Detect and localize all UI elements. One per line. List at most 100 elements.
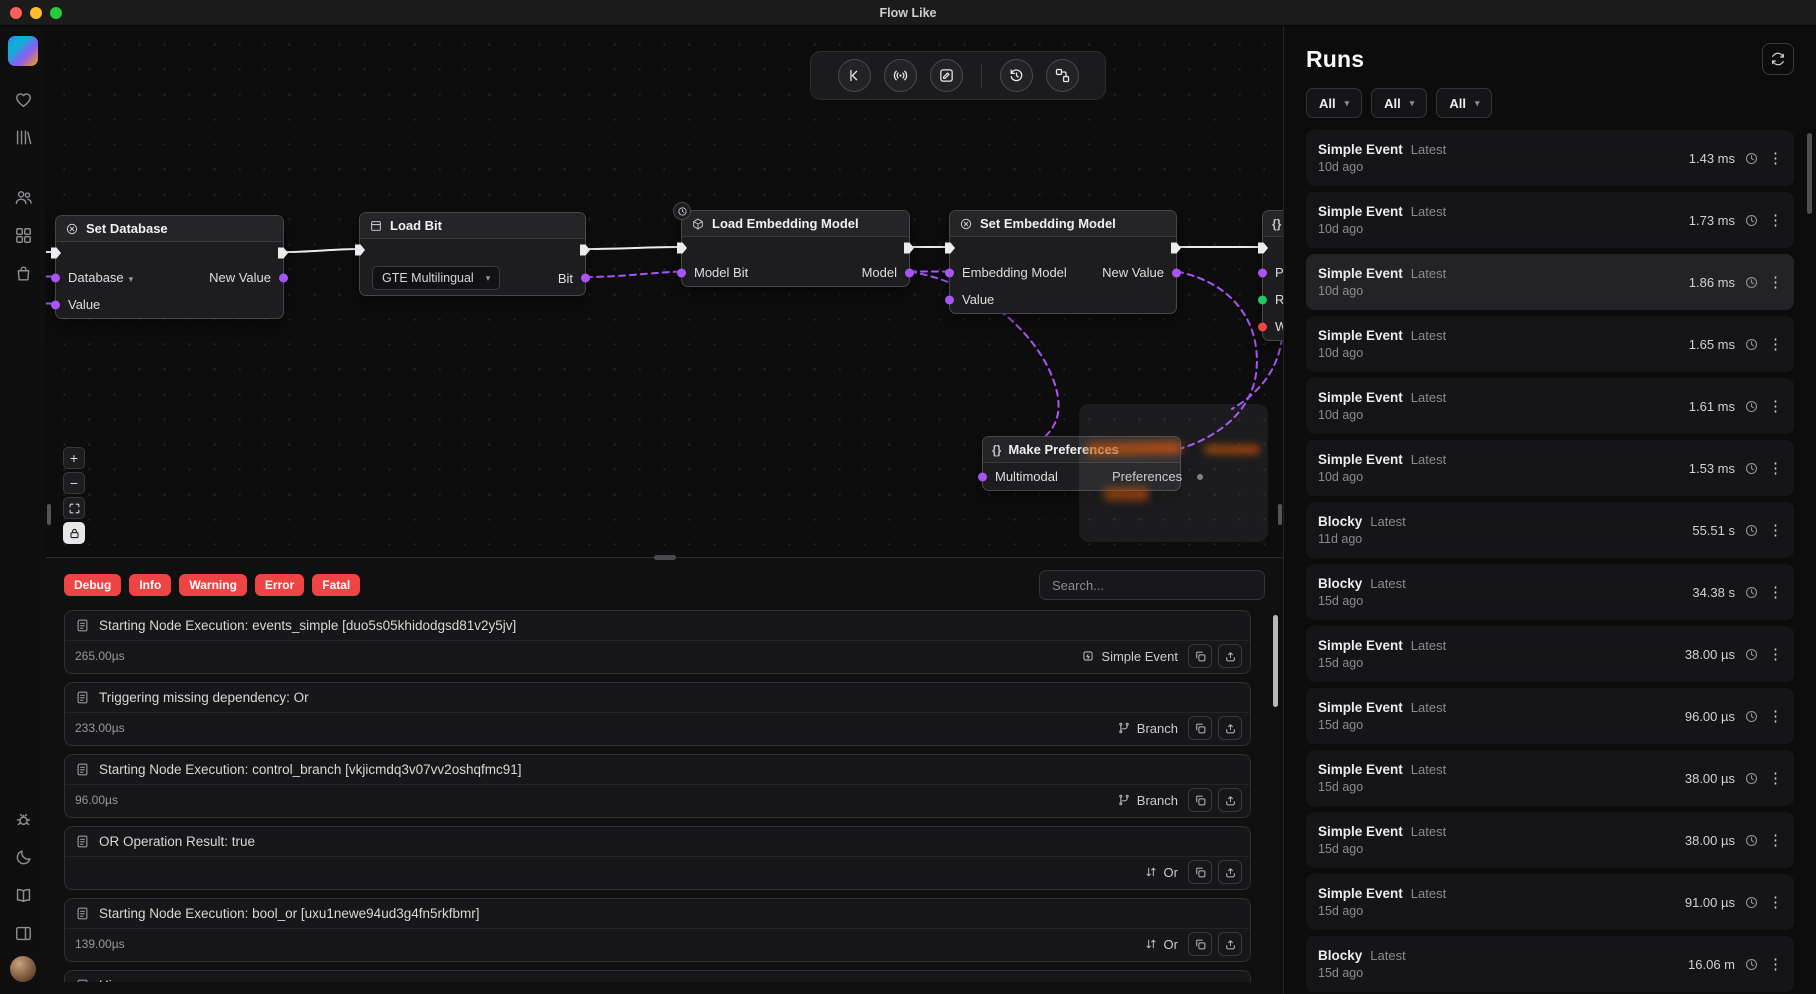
run-item[interactable]: Simple Event Latest 10d ago 1.43 ms ⋮: [1306, 130, 1794, 186]
broadcast-button[interactable]: [884, 59, 917, 92]
run-item[interactable]: Simple Event Latest 10d ago 1.86 ms ⋮: [1306, 254, 1794, 310]
exec-out-pin[interactable]: [1171, 243, 1181, 254]
run-menu-button[interactable]: ⋮: [1768, 521, 1782, 539]
panel-resize-handle-right[interactable]: [1278, 504, 1282, 525]
node-header[interactable]: Load Embedding Model: [682, 211, 909, 237]
database-dropdown[interactable]: Database▾: [68, 270, 133, 285]
value-input-pin[interactable]: [945, 295, 954, 304]
node-load-bit[interactable]: Load Bit GTE Multilingual▾ Bit: [359, 212, 586, 296]
edit-button[interactable]: [930, 59, 963, 92]
node-partial-right[interactable]: Pr Re W: [1262, 210, 1283, 341]
log-entry[interactable]: Starting Node Execution: events_simple […: [64, 610, 1251, 674]
run-menu-button[interactable]: ⋮: [1768, 397, 1782, 415]
exec-out-pin[interactable]: [580, 245, 590, 256]
run-menu-button[interactable]: ⋮: [1768, 211, 1782, 229]
docs-button[interactable]: [8, 880, 38, 910]
library-button[interactable]: [8, 122, 38, 152]
input-pin-red[interactable]: [1258, 322, 1267, 331]
run-item[interactable]: Simple Event Latest 15d ago 91.00 µs ⋮: [1306, 874, 1794, 930]
model-bit-input-pin[interactable]: [677, 268, 686, 277]
node-set-embedding-model[interactable]: Set Embedding Model Embedding Model New …: [949, 210, 1177, 314]
run-menu-button[interactable]: ⋮: [1768, 459, 1782, 477]
bit-output-pin[interactable]: [581, 274, 590, 283]
exec-out-pin[interactable]: [904, 243, 914, 254]
node-header[interactable]: Set Database: [56, 216, 283, 242]
run-item[interactable]: Simple Event Latest 15d ago 38.00 µs ⋮: [1306, 812, 1794, 868]
export-button[interactable]: [1218, 860, 1242, 884]
log-level-chip[interactable]: Fatal: [312, 574, 360, 596]
copy-button[interactable]: [1188, 932, 1212, 956]
run-menu-button[interactable]: ⋮: [1768, 831, 1782, 849]
run-menu-button[interactable]: ⋮: [1768, 273, 1782, 291]
model-output-pin[interactable]: [905, 268, 914, 277]
runs-filter-dropdown[interactable]: All▾: [1306, 88, 1362, 118]
log-entry[interactable]: OR Operation Result: true Or: [64, 826, 1251, 890]
flow-layout-button[interactable]: [1046, 59, 1079, 92]
log-level-chip[interactable]: Warning: [179, 574, 247, 596]
run-item[interactable]: Simple Event Latest 15d ago 96.00 µs ⋮: [1306, 688, 1794, 744]
copy-button[interactable]: [1188, 860, 1212, 884]
step-back-button[interactable]: [838, 59, 871, 92]
app-logo[interactable]: [8, 36, 38, 66]
run-item[interactable]: Simple Event Latest 15d ago 38.00 µs ⋮: [1306, 750, 1794, 806]
run-menu-button[interactable]: ⋮: [1768, 707, 1782, 725]
log-level-chip[interactable]: Debug: [64, 574, 121, 596]
export-button[interactable]: [1218, 932, 1242, 956]
lock-canvas-button[interactable]: [63, 522, 85, 544]
run-item[interactable]: Simple Event Latest 10d ago 1.65 ms ⋮: [1306, 316, 1794, 372]
bit-select[interactable]: GTE Multilingual▾: [372, 266, 500, 290]
run-item[interactable]: Blocky Latest 15d ago 16.06 m ⋮: [1306, 936, 1794, 992]
exec-in-pin[interactable]: [677, 243, 687, 254]
value-input-pin[interactable]: [51, 300, 60, 309]
debug-button[interactable]: [8, 804, 38, 834]
multimodal-input-pin[interactable]: [978, 472, 987, 481]
zoom-in-button[interactable]: +: [63, 447, 85, 469]
run-menu-button[interactable]: ⋮: [1768, 769, 1782, 787]
run-menu-button[interactable]: ⋮: [1768, 955, 1782, 973]
run-item[interactable]: Simple Event Latest 10d ago 1.73 ms ⋮: [1306, 192, 1794, 248]
log-entry[interactable]: Starting Node Execution: bool_or [uxu1ne…: [64, 898, 1251, 962]
logs-scrollbar[interactable]: [1273, 615, 1278, 707]
run-menu-button[interactable]: ⋮: [1768, 583, 1782, 601]
export-button[interactable]: [1218, 716, 1242, 740]
input-pin[interactable]: [1258, 268, 1267, 277]
run-item[interactable]: Simple Event Latest 10d ago 1.61 ms ⋮: [1306, 378, 1794, 434]
theme-toggle-button[interactable]: [8, 842, 38, 872]
node-set-database[interactable]: Set Database Database▾ New Value Value: [55, 215, 284, 319]
log-entry[interactable]: Hi: [64, 970, 1251, 982]
run-item[interactable]: Blocky Latest 15d ago 34.38 s ⋮: [1306, 564, 1794, 620]
log-entry[interactable]: Triggering missing dependency: Or 233.00…: [64, 682, 1251, 746]
fit-view-button[interactable]: [63, 497, 85, 519]
run-item[interactable]: Simple Event Latest 10d ago 1.53 ms ⋮: [1306, 440, 1794, 496]
close-button[interactable]: [10, 7, 22, 19]
exec-out-pin[interactable]: [278, 248, 288, 259]
logs-resize-handle[interactable]: [654, 555, 676, 560]
run-menu-button[interactable]: ⋮: [1768, 149, 1782, 167]
user-avatar[interactable]: [10, 956, 36, 982]
run-menu-button[interactable]: ⋮: [1768, 335, 1782, 353]
store-button[interactable]: [8, 258, 38, 288]
favorites-button[interactable]: [8, 84, 38, 114]
log-level-chip[interactable]: Info: [129, 574, 171, 596]
run-menu-button[interactable]: ⋮: [1768, 893, 1782, 911]
history-button[interactable]: [1000, 59, 1033, 92]
log-entry[interactable]: Starting Node Execution: control_branch …: [64, 754, 1251, 818]
flow-canvas[interactable]: Set Database Database▾ New Value Value: [46, 26, 1283, 557]
run-item[interactable]: Simple Event Latest 15d ago 38.00 µs ⋮: [1306, 626, 1794, 682]
runs-filter-dropdown[interactable]: All▾: [1436, 88, 1492, 118]
new-value-output-pin[interactable]: [279, 273, 288, 282]
panel-resize-handle-left[interactable]: [47, 504, 51, 525]
input-pin-green[interactable]: [1258, 295, 1267, 304]
node-header[interactable]: Load Bit: [360, 213, 585, 239]
panel-toggle-button[interactable]: [8, 918, 38, 948]
new-value-output-pin[interactable]: [1172, 268, 1181, 277]
export-button[interactable]: [1218, 788, 1242, 812]
minimize-button[interactable]: [30, 7, 42, 19]
run-item[interactable]: Blocky Latest 11d ago 55.51 s ⋮: [1306, 502, 1794, 558]
refresh-runs-button[interactable]: [1762, 43, 1794, 75]
run-menu-button[interactable]: ⋮: [1768, 645, 1782, 663]
node-header[interactable]: Set Embedding Model: [950, 211, 1176, 237]
runs-scrollbar[interactable]: [1807, 133, 1812, 214]
log-level-chip[interactable]: Error: [255, 574, 304, 596]
exec-in-pin[interactable]: [945, 243, 955, 254]
